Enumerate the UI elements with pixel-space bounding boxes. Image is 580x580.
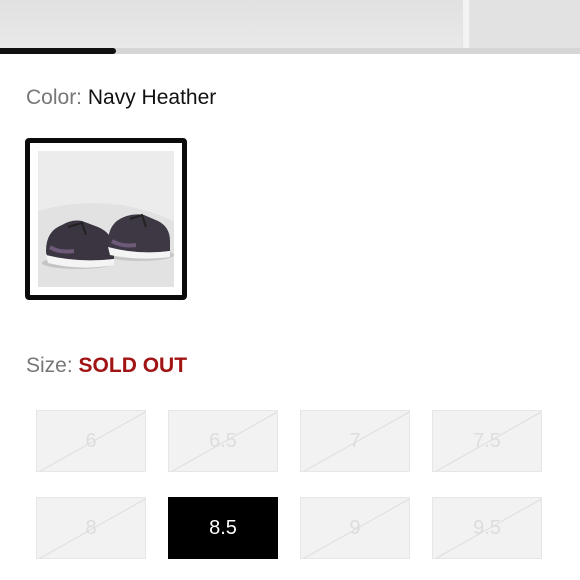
size-option-6[interactable]: 6: [36, 410, 146, 472]
size-row: Size: SOLD OUT: [26, 354, 187, 378]
color-label: Color:: [26, 86, 83, 109]
gallery-progress-track: [0, 48, 580, 54]
swatch-image: [38, 151, 174, 287]
gallery-image-next[interactable]: [470, 0, 580, 48]
sold-out-status: SOLD OUT: [78, 354, 188, 377]
size-label: Size:: [26, 354, 73, 377]
size-option-8-5[interactable]: 8.5: [168, 497, 278, 559]
size-option-9-5[interactable]: 9.5: [432, 497, 542, 559]
color-row: Color: Navy Heather: [26, 86, 216, 110]
size-option-8[interactable]: 8: [36, 497, 146, 559]
size-option-6-5[interactable]: 6.5: [168, 410, 278, 472]
gallery-image-current[interactable]: [0, 0, 462, 48]
gallery-progress-fill: [0, 48, 116, 54]
size-option-7-5[interactable]: 7.5: [432, 410, 542, 472]
size-option-7[interactable]: 7: [300, 410, 410, 472]
gallery-divider: [463, 0, 469, 48]
image-gallery[interactable]: [0, 0, 580, 48]
size-options-grid: 6 6.5 7 7.5 8 8.5 9 9.5: [36, 410, 546, 570]
color-value: Navy Heather: [87, 86, 217, 109]
color-swatch-navy-heather[interactable]: [25, 138, 187, 300]
size-option-9[interactable]: 9: [300, 497, 410, 559]
